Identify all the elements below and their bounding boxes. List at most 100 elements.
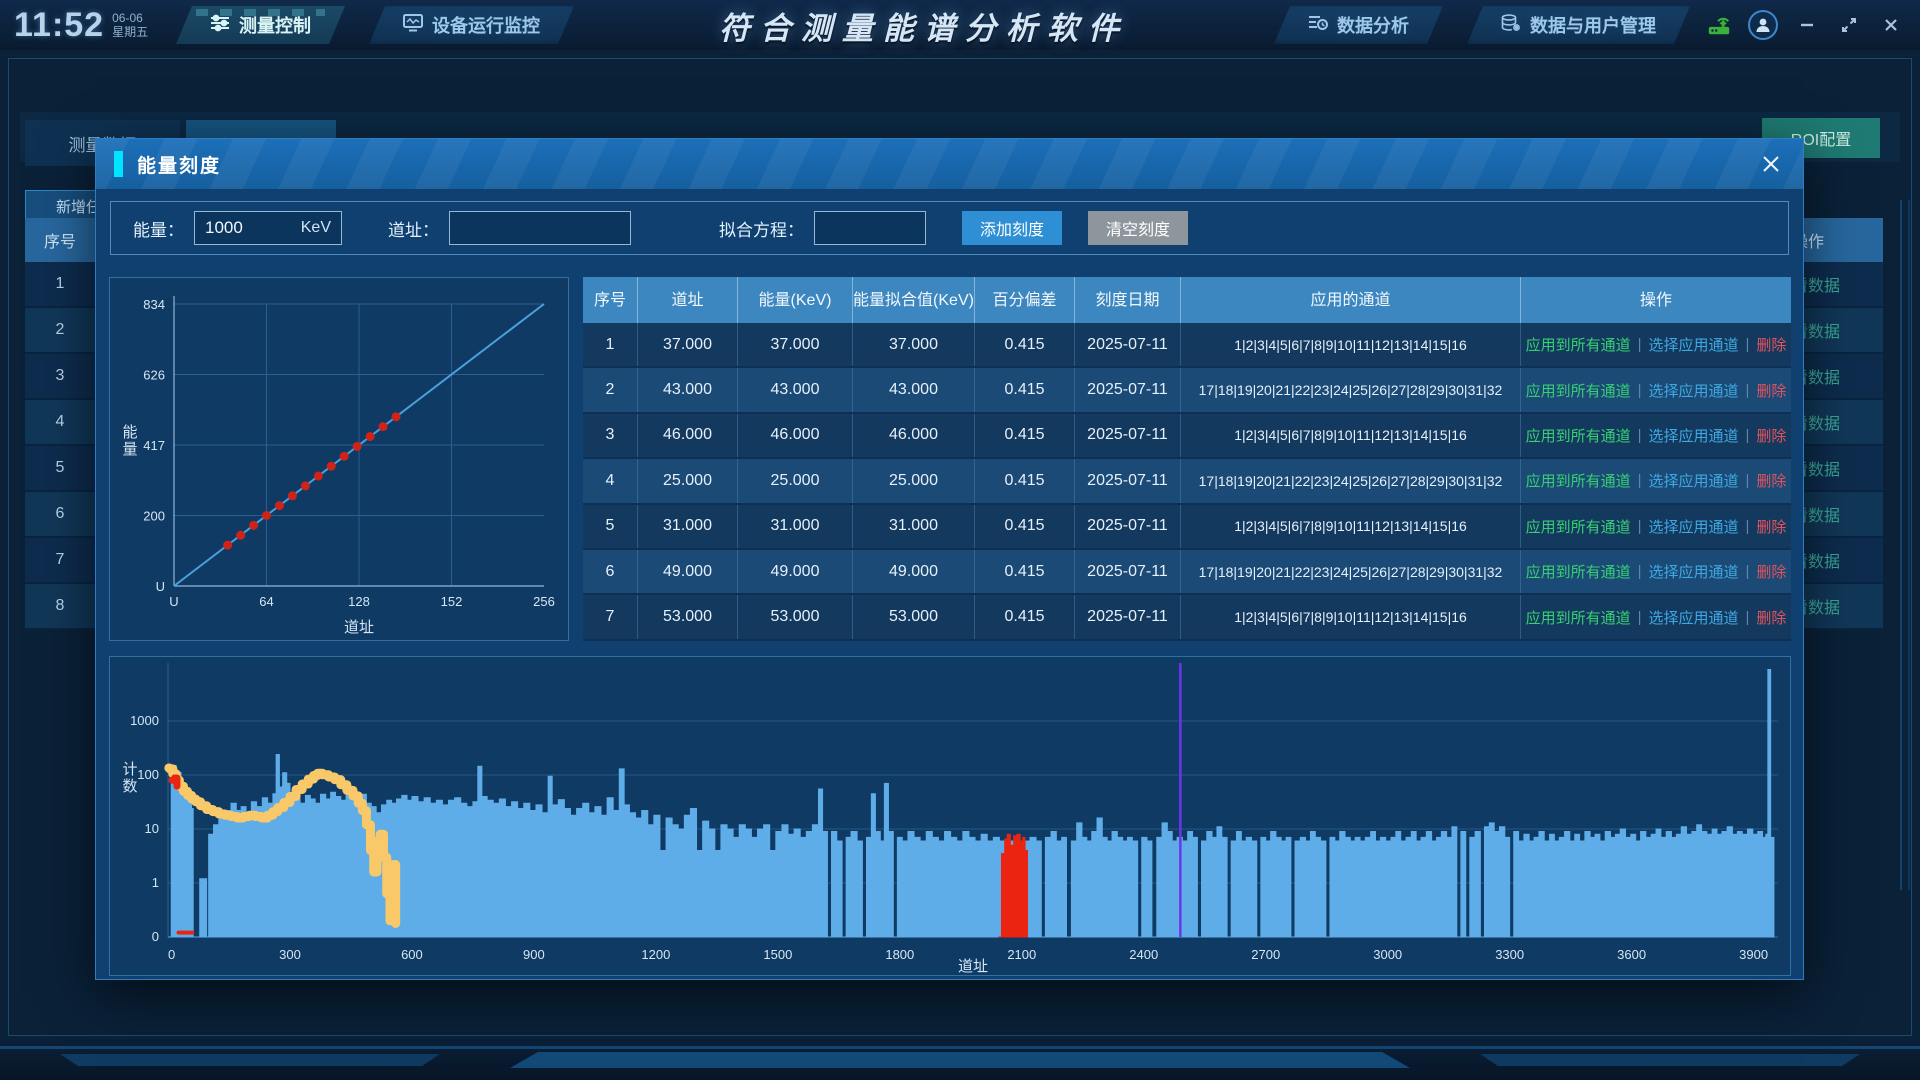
delete-link[interactable]: 删除 [1756,470,1786,491]
clock: 11:52 06-06 星期五 [14,6,164,45]
apply-all-channels-link[interactable]: 应用到所有通道 [1526,607,1631,628]
separator: | [1746,472,1750,489]
applied-channels-cell: 17|18|19|20|21|22|23|24|25|26|27|28|29|3… [1181,368,1521,411]
report-icon [1308,14,1328,37]
minimize-button[interactable] [1794,12,1820,38]
apply-all-channels-link[interactable]: 应用到所有通道 [1526,516,1631,537]
apply-all-channels-link[interactable]: 应用到所有通道 [1526,470,1631,491]
database-gear-icon [1501,14,1521,37]
cell: 25.000 [638,459,738,502]
apply-all-channels-link[interactable]: 应用到所有通道 [1526,425,1631,446]
column-header: 道址 [638,277,738,323]
calibration-chart-panel: U200417626834U64128152256能量道址 [109,277,569,641]
svg-text:2100: 2100 [1007,947,1036,962]
calibration-table-header: 序号道址能量(KeV)能量拟合值(KeV)百分偏差刻度日期应用的通道操作 [583,277,1791,323]
modal-close-icon[interactable] [1759,152,1783,176]
modal-header: 能量刻度 [96,139,1803,189]
svg-text:能量: 能量 [122,424,137,458]
row-index: 8 [25,597,95,615]
separator: | [1638,609,1642,626]
actions-cell: 应用到所有通道|选择应用通道|删除 [1521,459,1791,502]
cell: 46.000 [853,414,975,457]
cell: 2025-07-11 [1075,323,1181,366]
nav-measure-control[interactable]: 测量控制 [176,6,345,44]
app-title: 符合测量能谱分析软件 [586,3,1262,48]
choose-channels-link[interactable]: 选择应用通道 [1648,470,1738,491]
energy-calibration-modal: 能量刻度 能量： KeV 道址： 拟合方程： [95,138,1804,980]
actions-cell: 应用到所有通道|选择应用通道|删除 [1521,550,1791,593]
apply-all-channels-link[interactable]: 应用到所有通道 [1526,380,1631,401]
calibration-row: 346.00046.00046.0000.4152025-07-111|2|3|… [583,414,1791,459]
svg-text:600: 600 [401,947,423,962]
spectrum-chart[interactable]: 0300600900120015001800210024002700300033… [110,657,1790,975]
apply-all-channels-link[interactable]: 应用到所有通道 [1526,334,1631,355]
svg-text:3300: 3300 [1495,947,1524,962]
cell: 53.000 [853,595,975,638]
applied-channels-cell: 1|2|3|4|5|6|7|8|9|10|11|12|13|14|15|16 [1181,323,1521,366]
clear-calibration-button[interactable]: 清空刻度 [1088,211,1188,245]
network-status-icon[interactable] [1706,12,1732,38]
cell: 31.000 [638,505,738,548]
monitor-icon [403,14,423,37]
choose-channels-link[interactable]: 选择应用通道 [1648,380,1738,401]
apply-all-channels-link[interactable]: 应用到所有通道 [1526,561,1631,582]
svg-text:256: 256 [533,594,555,609]
svg-text:128: 128 [348,594,370,609]
cell: 0.415 [975,459,1075,502]
choose-channels-link[interactable]: 选择应用通道 [1648,607,1738,628]
calibration-form: 能量： KeV 道址： 拟合方程： 添加刻度 清空刻度 [110,201,1789,255]
add-calibration-button[interactable]: 添加刻度 [962,211,1062,245]
svg-text:2400: 2400 [1129,947,1158,962]
app-window: 11:52 06-06 星期五 测量控制 [0,0,1920,1080]
nav-label: 数据分析 [1337,12,1409,38]
nav-device-monitor[interactable]: 设备运行监控 [369,6,574,44]
separator: | [1638,336,1642,353]
user-avatar[interactable] [1748,10,1778,40]
delete-link[interactable]: 删除 [1756,607,1786,628]
cell: 2025-07-11 [1075,368,1181,411]
energy-label: 能量： [133,216,184,241]
delete-link[interactable]: 删除 [1756,561,1786,582]
delete-link[interactable]: 删除 [1756,516,1786,537]
choose-channels-link[interactable]: 选择应用通道 [1648,516,1738,537]
svg-text:道址: 道址 [344,619,374,636]
maximize-button[interactable] [1836,12,1862,38]
choose-channels-link[interactable]: 选择应用通道 [1648,334,1738,355]
sliders-icon [210,14,230,37]
cell: 49.000 [638,550,738,593]
cell: 25.000 [738,459,853,502]
energy-input[interactable] [205,218,295,238]
applied-channels-cell: 17|18|19|20|21|22|23|24|25|26|27|28|29|3… [1181,459,1521,502]
energy-inputbox: KeV [194,211,342,245]
column-header: 能量(KeV) [738,277,853,323]
cell: 53.000 [738,595,853,638]
calibration-table-body: 137.00037.00037.0000.4152025-07-111|2|3|… [583,323,1791,641]
svg-text:1800: 1800 [885,947,914,962]
separator: | [1638,382,1642,399]
spectrum-chart-panel: 0300600900120015001800210024002700300033… [109,656,1791,976]
fit-equation-input[interactable] [825,218,915,238]
svg-text:300: 300 [279,947,301,962]
delete-link[interactable]: 删除 [1756,380,1786,401]
choose-channels-link[interactable]: 选择应用通道 [1648,425,1738,446]
delete-link[interactable]: 删除 [1756,334,1786,355]
svg-text:计数: 计数 [122,761,137,795]
cell: 3 [583,414,638,457]
delete-link[interactable]: 删除 [1756,425,1786,446]
row-index: 1 [25,275,95,293]
fit-equation-inputbox [814,211,926,245]
cell: 49.000 [738,550,853,593]
cell: 31.000 [738,505,853,548]
nav-data-analysis[interactable]: 数据分析 [1274,6,1443,44]
nav-data-user-admin[interactable]: 数据与用户管理 [1467,6,1690,44]
close-app-button[interactable] [1878,12,1904,38]
cell: 4 [583,459,638,502]
cell: 0.415 [975,550,1075,593]
actions-cell: 应用到所有通道|选择应用通道|删除 [1521,505,1791,548]
cell: 46.000 [738,414,853,457]
svg-text:152: 152 [441,594,463,609]
svg-text:1000: 1000 [130,713,159,728]
choose-channels-link[interactable]: 选择应用通道 [1648,561,1738,582]
channel-addr-input[interactable] [460,218,620,238]
cell: 7 [583,595,638,638]
